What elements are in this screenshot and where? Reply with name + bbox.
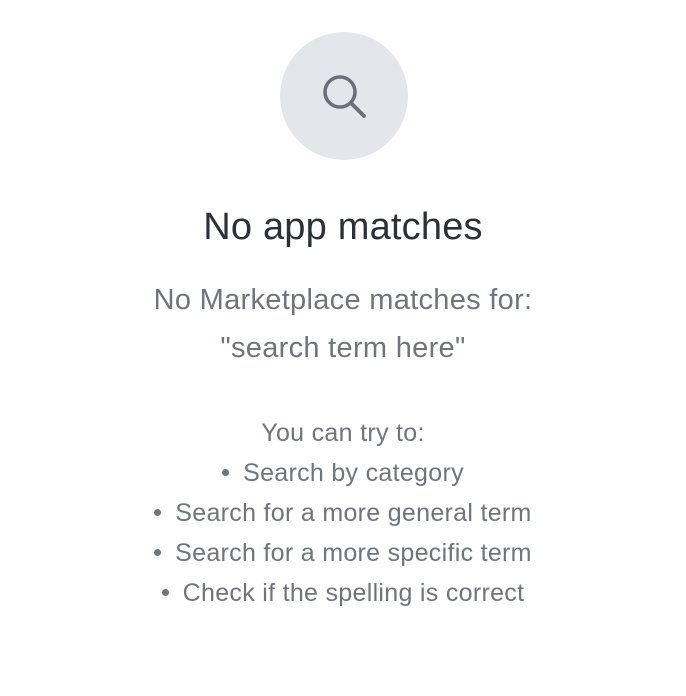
suggestions: You can try to: Search by category Searc… (0, 413, 686, 613)
suggestion-item: Search for a more specific term (0, 533, 686, 573)
bullet-icon (154, 508, 162, 516)
search-term-text: "search term here" (220, 332, 466, 364)
empty-state: No app matches No Marketplace matches fo… (0, 0, 686, 696)
no-matches-text: No Marketplace matches for: (153, 284, 533, 316)
suggestion-text: Search for a more general term (175, 499, 532, 527)
bullet-icon (161, 588, 169, 596)
suggestion-item: Search by category (0, 453, 686, 493)
suggestion-item: Check if the spelling is correct (0, 573, 686, 613)
suggestion-text: Search by category (243, 459, 464, 487)
suggestion-item: Search for a more general term (0, 493, 686, 533)
suggestions-list: Search by category Search for a more gen… (0, 453, 686, 613)
search-icon-circle (280, 32, 408, 160)
suggestion-text: Search for a more specific term (175, 539, 532, 567)
empty-state-message: No Marketplace matches for: "search term… (0, 276, 686, 372)
suggestion-text: Check if the spelling is correct (182, 579, 525, 607)
suggestions-heading: You can try to: (261, 419, 425, 447)
bullet-icon (222, 468, 230, 476)
bullet-icon (154, 548, 162, 556)
empty-state-title: No app matches (203, 206, 483, 248)
search-icon (323, 75, 366, 118)
